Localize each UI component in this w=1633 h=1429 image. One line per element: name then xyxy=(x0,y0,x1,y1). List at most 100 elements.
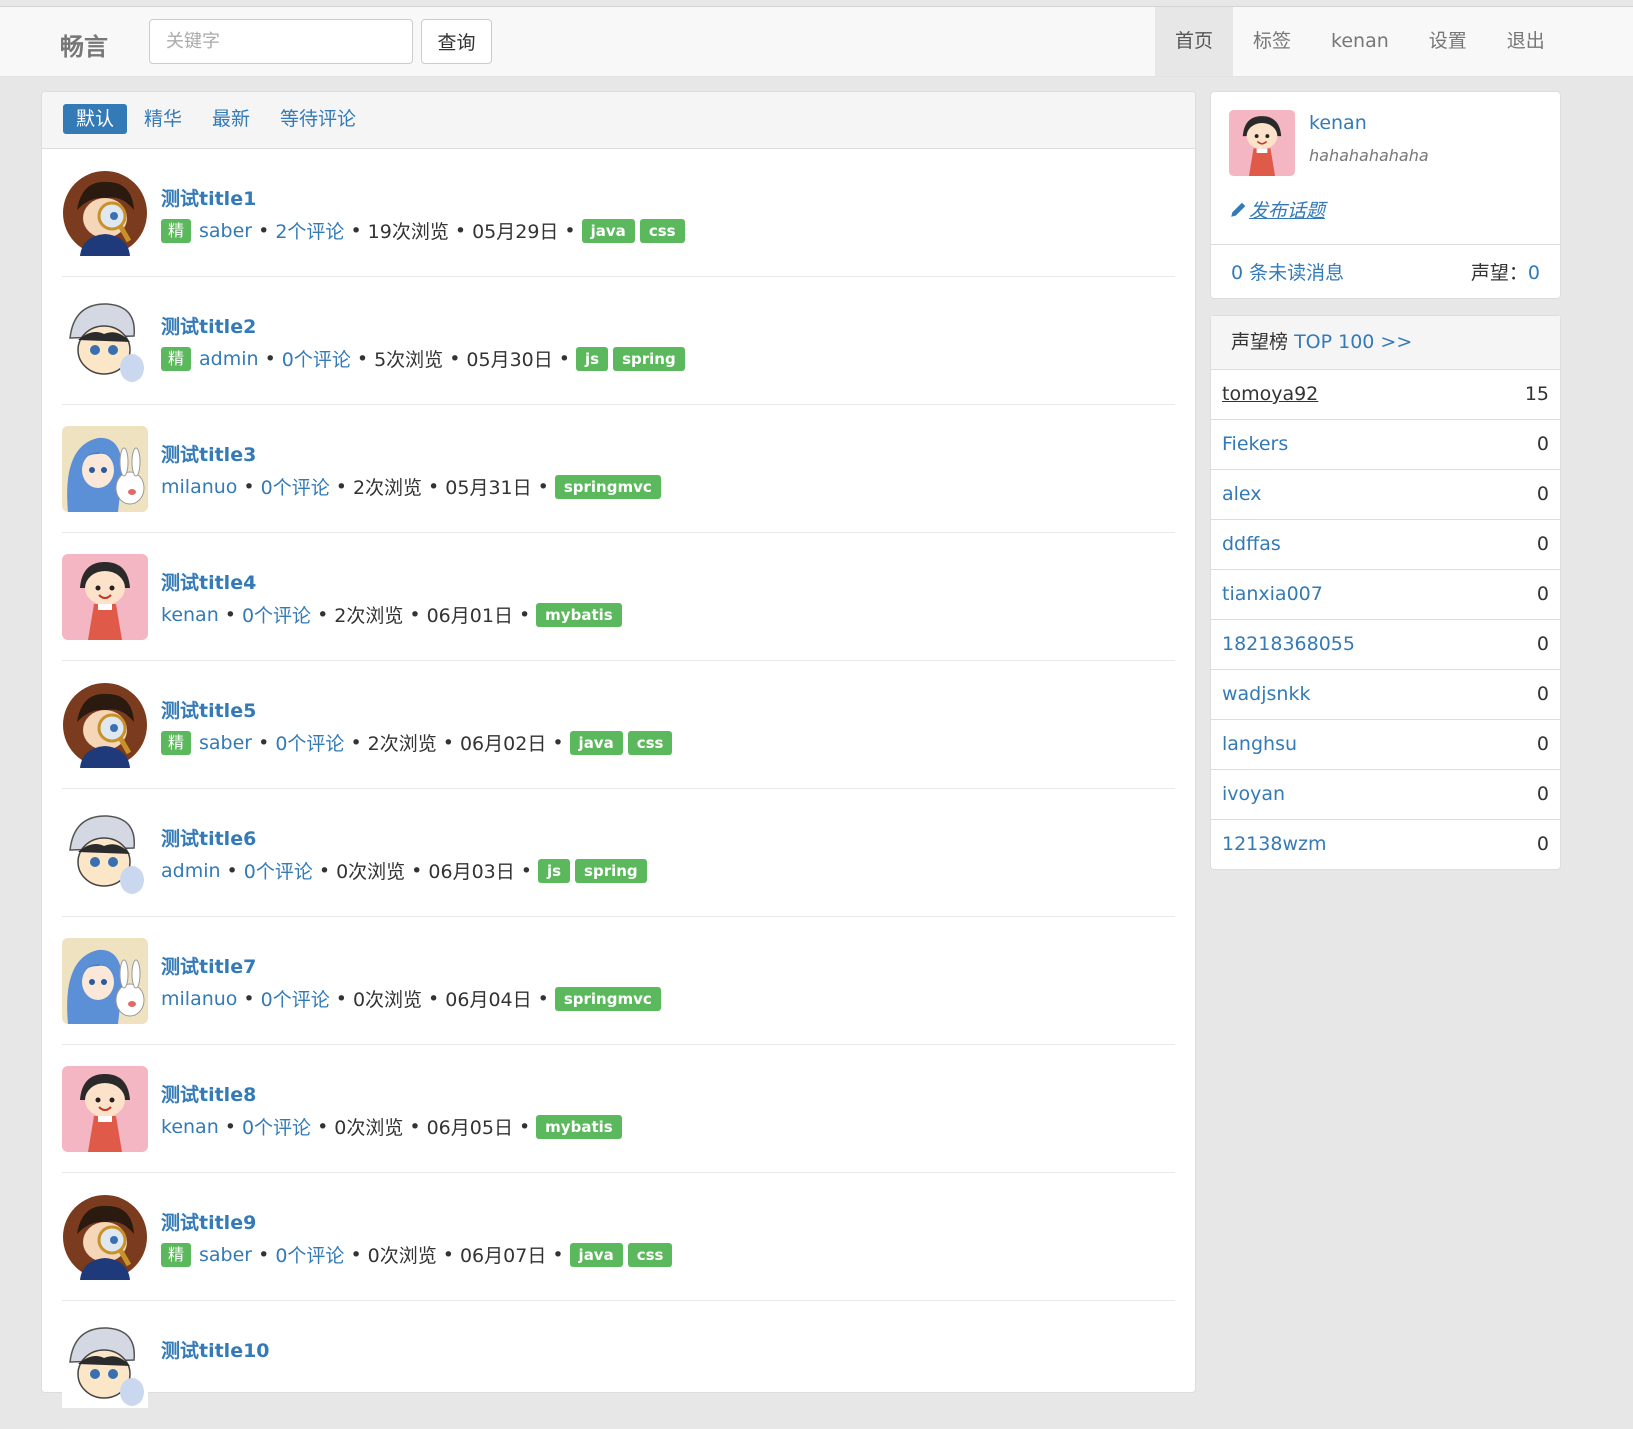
topic-tag[interactable]: css xyxy=(627,730,673,755)
topic-tag[interactable]: mybatis xyxy=(536,1114,622,1139)
author-avatar[interactable] xyxy=(62,682,148,768)
topic-tag[interactable]: java xyxy=(569,730,623,755)
tab-good[interactable]: 精华 xyxy=(131,104,195,134)
rank-user-link[interactable]: Fiekers xyxy=(1222,420,1288,469)
topic-tag[interactable]: css xyxy=(639,218,685,243)
views-count: 5次浏览 xyxy=(374,349,444,371)
tab-default[interactable]: 默认 xyxy=(63,104,128,134)
comments-count[interactable]: 0个评论 xyxy=(242,601,311,628)
search-button[interactable]: 查询 xyxy=(421,19,492,64)
author-link[interactable]: kenan xyxy=(161,604,219,626)
nav-item-user[interactable]: kenan xyxy=(1311,7,1409,76)
user-avatar[interactable] xyxy=(1229,110,1295,176)
views-count: 0次浏览 xyxy=(336,861,406,883)
comments-count[interactable]: 0个评论 xyxy=(244,857,313,884)
rank-top100-link[interactable]: TOP 100 >> xyxy=(1294,331,1412,353)
topic-title-link[interactable]: 测试title8 xyxy=(161,1080,256,1107)
topic-title-link[interactable]: 测试title1 xyxy=(161,184,256,211)
comments-count[interactable]: 0个评论 xyxy=(261,985,330,1012)
comments-count[interactable]: 0个评论 xyxy=(275,1241,344,1268)
comments-count[interactable]: 0个评论 xyxy=(261,473,330,500)
rank-user-link[interactable]: wadjsnkk xyxy=(1222,670,1310,719)
author-link[interactable]: milanuo xyxy=(161,988,237,1010)
topic-meta: kenan • 0个评论 • 0次浏览 • 06月05日 • mybatis xyxy=(161,1113,627,1140)
topic-title-link[interactable]: 测试title3 xyxy=(161,440,256,467)
topic-tag[interactable]: java xyxy=(581,218,635,243)
author-avatar[interactable] xyxy=(62,554,148,640)
good-badge: 精 xyxy=(161,218,192,243)
topic-tag[interactable]: springmvc xyxy=(554,474,661,499)
author-avatar[interactable] xyxy=(62,426,148,512)
separator-dot: • xyxy=(537,475,549,498)
topic-date: 06月03日 xyxy=(428,861,515,883)
search-input[interactable] xyxy=(149,19,413,64)
topic-title-link[interactable]: 测试title7 xyxy=(161,952,256,979)
views-count: 19次浏览 xyxy=(367,221,449,243)
topic-meta: 精 saber • 0个评论 • 0次浏览 • 06月07日 • java css xyxy=(161,1241,677,1268)
comments-count[interactable]: 0个评论 xyxy=(275,729,344,756)
author-link[interactable]: admin xyxy=(199,348,259,370)
topic-title-link[interactable]: 测试title9 xyxy=(161,1208,256,1235)
author-avatar[interactable] xyxy=(62,1322,148,1408)
rank-user-link[interactable]: langhsu xyxy=(1222,720,1297,769)
author-avatar[interactable] xyxy=(62,1194,148,1280)
rank-score: 0 xyxy=(1536,433,1549,455)
rank-user-link[interactable]: tomoya92 xyxy=(1222,370,1318,419)
separator-dot: • xyxy=(350,1243,362,1266)
topic-meta: 精 admin • 0个评论 • 5次浏览 • 05月30日 • js spring xyxy=(161,345,690,372)
author-avatar[interactable] xyxy=(62,810,148,896)
rank-score: 0 xyxy=(1536,583,1549,605)
author-link[interactable]: saber xyxy=(199,1244,252,1266)
publish-topic-link[interactable]: 发布话题 xyxy=(1229,196,1325,223)
author-avatar[interactable] xyxy=(62,938,148,1024)
topic-title-link[interactable]: 测试title5 xyxy=(161,696,256,723)
rank-row: Fiekers 0 xyxy=(1211,420,1560,470)
topic-tag[interactable]: mybatis xyxy=(536,602,622,627)
unread-messages-link[interactable]: 0 条未读消息 xyxy=(1231,258,1344,285)
topic-title-link[interactable]: 测试title4 xyxy=(161,568,256,595)
separator-dot: • xyxy=(226,859,238,882)
topic-title-link[interactable]: 测试title10 xyxy=(161,1336,270,1363)
comments-count[interactable]: 0个评论 xyxy=(242,1113,311,1140)
author-avatar[interactable] xyxy=(62,1066,148,1152)
author-avatar[interactable] xyxy=(62,170,148,256)
nav-item-tags[interactable]: 标签 xyxy=(1233,7,1311,76)
rank-user-link[interactable]: ddffas xyxy=(1222,520,1281,569)
rank-user-link[interactable]: alex xyxy=(1222,470,1262,519)
separator-dot: • xyxy=(454,219,467,242)
nav-item-home[interactable]: 首页 xyxy=(1155,7,1234,76)
author-link[interactable]: admin xyxy=(161,860,221,882)
rank-user-link[interactable]: 18218368055 xyxy=(1222,620,1355,669)
topic-tag[interactable]: css xyxy=(627,1242,673,1267)
tab-newest[interactable]: 最新 xyxy=(199,104,263,134)
rank-user-link[interactable]: 12138wzm xyxy=(1222,820,1326,869)
separator-dot: • xyxy=(449,347,461,370)
author-link[interactable]: milanuo xyxy=(161,476,237,498)
rank-row: alex 0 xyxy=(1211,470,1560,520)
topic-tag[interactable]: js xyxy=(575,346,609,371)
topic-tag[interactable]: java xyxy=(569,1242,623,1267)
topic-tag[interactable]: js xyxy=(537,858,571,883)
brand-logo[interactable]: 畅言 xyxy=(60,27,108,62)
topic-title-link[interactable]: 测试title2 xyxy=(161,312,256,339)
rank-row: 18218368055 0 xyxy=(1211,620,1560,670)
nav-item-settings[interactable]: 设置 xyxy=(1409,7,1487,76)
tab-no-reply[interactable]: 等待评论 xyxy=(267,104,369,134)
nav-item-logout[interactable]: 退出 xyxy=(1487,7,1565,76)
rank-user-link[interactable]: tianxia007 xyxy=(1222,570,1323,619)
author-link[interactable]: saber xyxy=(199,220,252,242)
comments-count[interactable]: 2个评论 xyxy=(275,217,344,244)
topic-row: 测试title3 milanuo • 0个评论 • 2次浏览 • 05月31日 • springm… xyxy=(62,405,1175,533)
topic-title-link[interactable]: 测试title6 xyxy=(161,824,256,851)
comments-count[interactable]: 0个评论 xyxy=(282,345,351,372)
author-link[interactable]: saber xyxy=(199,732,252,754)
topic-tag[interactable]: springmvc xyxy=(554,986,661,1011)
topic-tag[interactable]: spring xyxy=(613,346,685,371)
author-link[interactable]: kenan xyxy=(161,1116,219,1138)
separator-dot: • xyxy=(442,731,454,754)
author-avatar[interactable] xyxy=(62,298,148,384)
separator-dot: • xyxy=(350,731,362,754)
rank-user-link[interactable]: ivoyan xyxy=(1222,770,1285,819)
user-name[interactable]: kenan xyxy=(1309,112,1367,134)
topic-tag[interactable]: spring xyxy=(575,858,647,883)
